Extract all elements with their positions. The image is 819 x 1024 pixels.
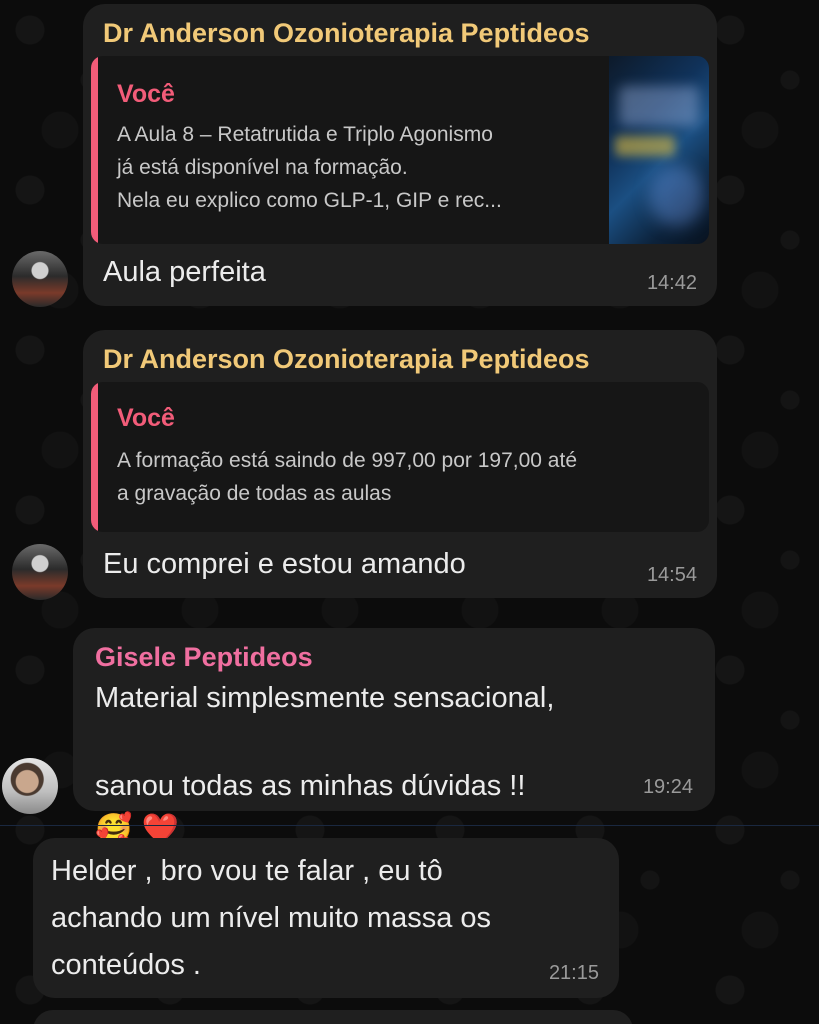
message-text: Eu comprei e estou amando [103,548,466,580]
quote-accent-bar [91,56,98,244]
message-text: Helder , bro vou te falar , eu tô achand… [51,855,492,981]
message-time: 14:42 [646,272,697,294]
unread-divider [0,825,819,826]
avatar[interactable] [2,758,58,814]
message-text: sanou todas as minhas dúvidas !! [95,770,526,802]
avatar[interactable] [12,544,68,600]
avatar[interactable] [12,251,68,307]
quote-accent-bar [91,382,98,532]
message-text-line-1: Material simplesmente sensacional, [95,682,555,714]
sender-name: Gisele Peptideos [95,642,313,672]
message-time: 14:54 [646,564,697,586]
message-bubble-helder[interactable]: Helder , bro vou te falar , eu tô achand… [33,838,619,998]
quote-text: A formação está saindo de 997,00 por 197… [117,449,578,505]
quote-text: A Aula 8 – Retatrutida e Triplo Agonismo… [117,123,502,212]
message-bubble-anderson-1[interactable]: Dr Anderson Ozonioterapia Peptideos Você… [83,4,717,306]
message-bubble-gisele[interactable]: Gisele Peptideos Material simplesmente s… [73,628,715,847]
quote-author: Você [117,404,175,432]
quote-author: Você [117,80,175,108]
message-text-line-2: sanou todas as minhas dúvidas !! 🥰 ❤️ [95,720,525,852]
message-time: 19:24 [642,776,693,798]
quote-thumbnail-image [609,56,709,244]
message-bubble-next[interactable] [33,1010,633,1024]
message-text: Aula perfeita [103,256,266,288]
quoted-message[interactable]: Você A Aula 8 – Retatrutida e Triplo Ago… [91,56,709,244]
message-bubble-anderson-2[interactable]: Dr Anderson Ozonioterapia Peptideos Você… [83,330,717,598]
sender-name: Dr Anderson Ozonioterapia Peptideos [103,18,590,48]
sender-name: Dr Anderson Ozonioterapia Peptideos [103,344,590,374]
quoted-message[interactable]: Você A formação está saindo de 997,00 po… [91,382,709,532]
message-time: 21:15 [548,962,599,984]
